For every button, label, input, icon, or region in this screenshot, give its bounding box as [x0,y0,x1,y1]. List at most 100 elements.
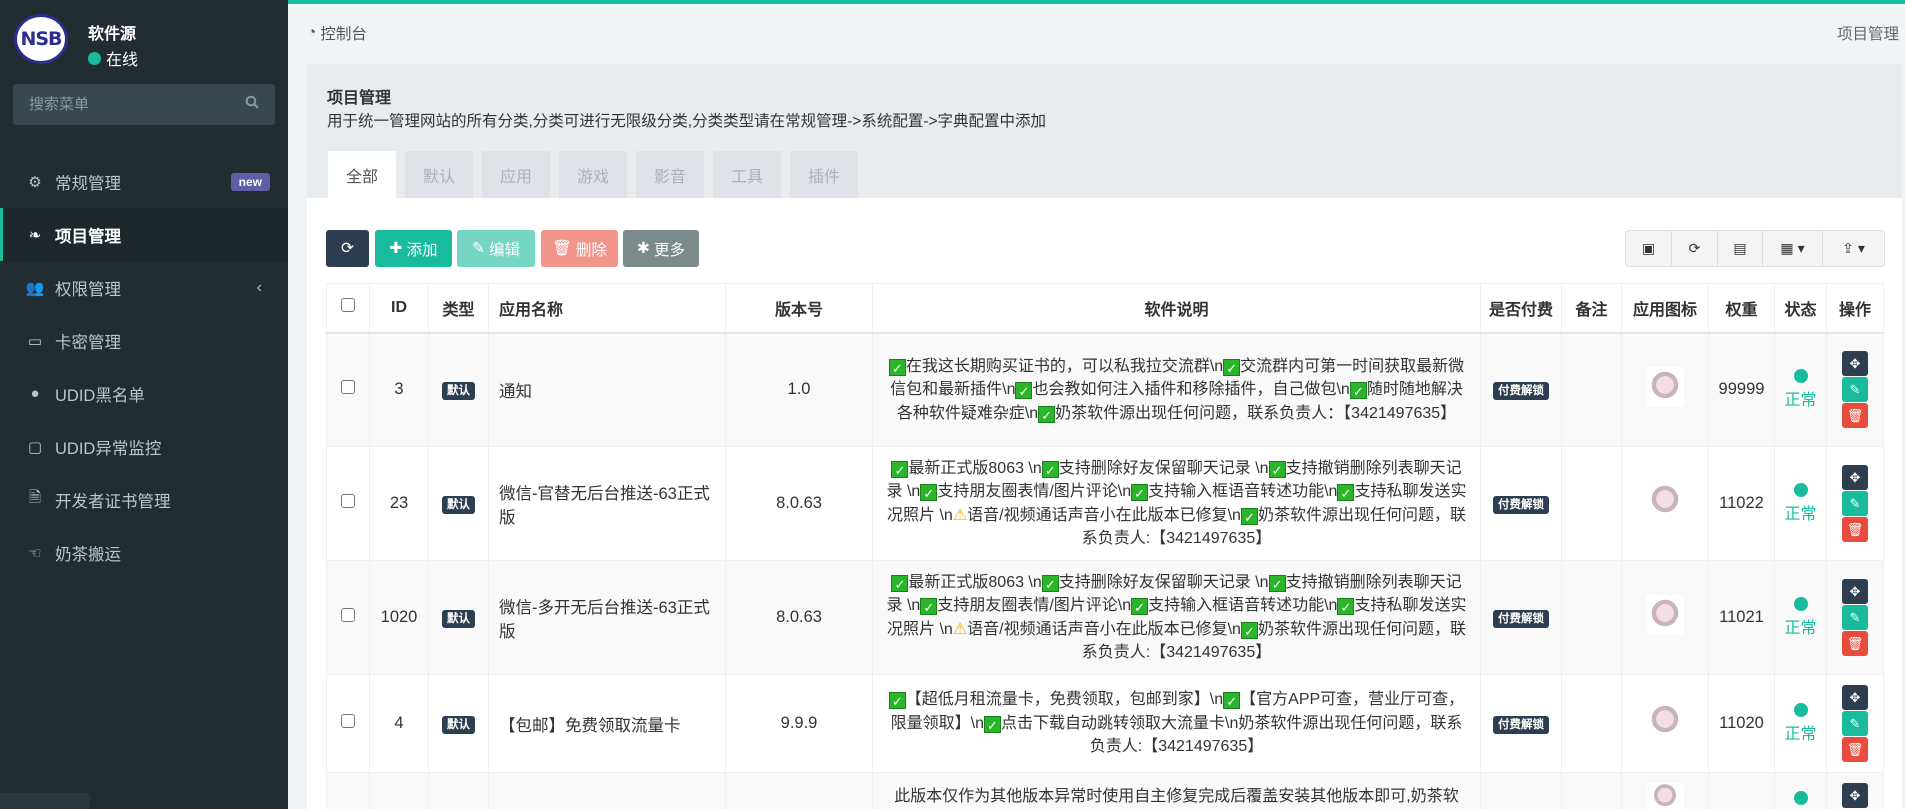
tab-all[interactable]: 全部 [328,151,396,198]
col-type[interactable]: 类型 [428,283,489,334]
cell-status: 正常 [1774,674,1827,773]
check-mark-icon: ✓ [891,460,909,478]
app-icon-image[interactable] [1646,701,1684,741]
table-tools: ▣ ⟳ ▤ ▦ ▾ ⇪ ▾ [1625,230,1885,267]
main-panel: 项目管理 用于统一管理网站的所有分类,分类可进行无限级分类,分类类型请在常规管理… [307,64,1902,809]
table-refresh-button[interactable]: ⟳ [1672,231,1718,266]
row-edit-button[interactable]: ✎ [1842,711,1868,736]
drag-sort-button[interactable]: ✥ [1842,579,1868,604]
sidebar-item-transfer[interactable]: ☜ 奶茶搬运 [0,526,288,579]
sidebar-item-certificates[interactable]: 🗎 开发者证书管理 [0,473,288,526]
sidebar-item-projects[interactable]: ❧ 项目管理 [0,208,288,261]
menu-search-input[interactable] [29,96,229,113]
row-select[interactable] [326,560,370,675]
cell-icon [1621,674,1709,773]
row-select[interactable] [326,772,370,809]
col-description[interactable]: 软件说明 [872,283,1481,334]
row-edit-button[interactable]: ✎ [1842,605,1868,630]
col-paid[interactable]: 是否付费 [1480,283,1562,334]
row-select[interactable] [326,332,370,447]
col-version[interactable]: 版本号 [725,283,873,334]
toggle-table-button[interactable]: ▤ [1718,231,1763,266]
row-delete-button[interactable]: 🗑 [1842,517,1868,542]
table-row[interactable]: 4 默认 【包邮】免费领取流量卡 9.9.9 ✓ 【超低月租流量卡，免费领取，包邮到家】\… [326,674,1884,773]
col-id[interactable]: ID [369,283,429,334]
toggle-view-button[interactable]: ▣ [1626,231,1672,266]
cell-name: 【包邮】免费领取流量卡 [488,674,726,773]
delete-label: 删除 [575,241,607,259]
col-icon[interactable]: 应用图标 [1621,283,1709,334]
sidebar-item-general[interactable]: ⚙ 常规管理 new [0,155,288,208]
breadcrumb-text: 控制台 [320,26,367,43]
row-checkbox[interactable] [341,494,355,508]
columns-dropdown[interactable]: ▦ ▾ [1763,231,1823,266]
row-delete-button[interactable]: 🗑 [1842,631,1868,656]
app-icon-image[interactable] [1646,367,1684,408]
edit-button[interactable]: ✎ 编辑 [457,230,535,267]
paid-label: 付费解锁 [1493,716,1549,734]
search-icon[interactable] [245,95,259,114]
row-select[interactable] [326,446,370,561]
drag-sort-button[interactable]: ✥ [1842,351,1868,377]
sidebar-item-udid-blacklist[interactable]: ● UDID黑名单 [0,367,288,420]
gear-icon: ✱ [636,240,650,257]
tab-tools[interactable]: 工具 [713,151,781,198]
more-button[interactable]: ✱ 更多 [623,230,699,267]
cell-note [1561,560,1622,675]
sidebar-item-cards[interactable]: ▭ 卡密管理 [0,314,288,367]
breadcrumb[interactable]: ◔ 控制台 [307,22,367,44]
row-edit-button[interactable]: ✎ [1842,377,1868,403]
caret-down-icon: ▾ [1797,240,1805,256]
table-row[interactable]: 23 默认 微信-官替无后台推送-63正式版 8.0.63 ✓ 最新正式版8063 \n ✓… [326,446,1884,561]
cell-weight: 11020 [1708,674,1775,773]
tab-app[interactable]: 应用 [482,151,550,198]
app-icon-image[interactable] [1646,595,1684,635]
cell-version: 8.0.63 [725,446,873,561]
status-dot-icon [1793,597,1808,611]
hand-icon: ☜ [28,544,42,562]
drag-sort-button[interactable]: ✥ [1842,465,1868,490]
col-note[interactable]: 备注 [1561,283,1622,334]
row-checkbox[interactable] [341,714,355,728]
sidebar-item-permissions[interactable]: 👥 权限管理 ‹ [0,261,288,314]
app-icon-image[interactable] [1646,783,1684,809]
check-mark-icon: ✓ [1240,507,1258,525]
refresh-button[interactable]: ⟳ [326,230,369,267]
plus-icon: ✚ [389,240,403,257]
export-icon: ⇪ [1842,240,1854,256]
delete-button[interactable]: 🗑 删除 [541,230,618,267]
tab-plugins[interactable]: 插件 [790,151,858,198]
row-delete-button[interactable]: 🗑 [1842,737,1868,762]
drag-sort-button[interactable]: ✥ [1842,685,1868,710]
row-checkbox[interactable] [341,608,355,622]
sidebar-item-udid-monitor[interactable]: ▢ UDID异常监控 [0,420,288,473]
cell-icon [1621,560,1709,675]
arrows-move-icon: ✥ [1849,469,1861,485]
export-dropdown[interactable]: ⇪ ▾ [1823,231,1884,266]
cell-name: 微信-多开无后台推送-63正式版 [488,560,726,675]
row-checkbox[interactable] [341,380,355,395]
check-mark-icon: ✓ [1015,382,1033,399]
row-edit-button[interactable]: ✎ [1842,491,1868,516]
row-delete-button[interactable]: 🗑 [1842,403,1868,429]
table-row[interactable]: 此版本仅作为其他版本异常时使用自主修复完成后覆盖安装其他版本即可,奶茶软 ✥ [326,772,1884,809]
table-row[interactable]: 3 默认 通知 1.0 ✓ 在我这长期购买证书的，可以私我拉交流群\n ✓ 交流群内可第一时间… [326,332,1884,447]
select-all-checkbox[interactable] [341,298,355,313]
check-mark-icon: ✓ [1337,598,1355,615]
col-status[interactable]: 状态 [1774,283,1827,334]
table-row[interactable]: 1020 默认 微信-多开无后台推送-63正式版 8.0.63 ✓ 最新正式版8063 \… [326,560,1884,675]
sidebar-item-label: 奶茶搬运 [55,545,121,564]
type-label: 默认 [442,610,475,628]
tab-game[interactable]: 游戏 [559,151,627,198]
cell-version: 9.9.9 [725,674,873,773]
select-all[interactable] [326,283,370,334]
row-select[interactable] [326,674,370,773]
table-body: 3 默认 通知 1.0 ✓ 在我这长期购买证书的，可以私我拉交流群\n ✓ 交流群内可第一时间… [326,332,1884,809]
col-name[interactable]: 应用名称 [488,283,726,334]
col-weight[interactable]: 权重 [1708,283,1775,334]
app-icon-image[interactable] [1646,481,1684,521]
tab-default[interactable]: 默认 [405,151,473,198]
drag-sort-button[interactable]: ✥ [1842,783,1868,808]
tab-media[interactable]: 影音 [636,151,704,198]
add-button[interactable]: ✚ 添加 [375,230,452,267]
